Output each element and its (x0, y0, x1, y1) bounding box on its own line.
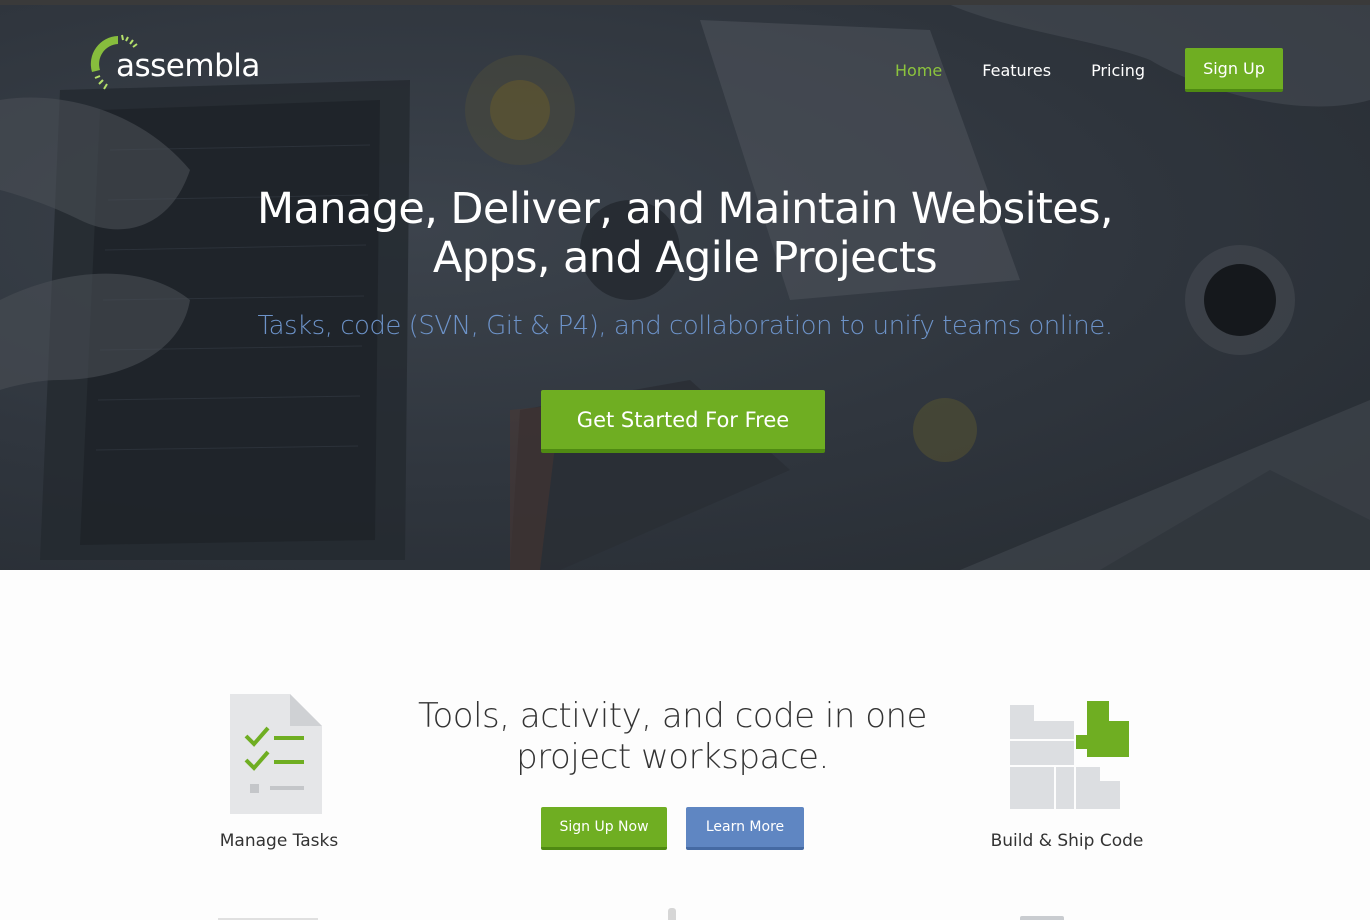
nav-pricing[interactable]: Pricing (1091, 61, 1145, 80)
blocks-build-icon (1010, 701, 1129, 809)
workspace-title: Tools, activity, and code in one project… (400, 696, 945, 778)
hero-subheadline: Tasks, code (SVN, Git & P4), and collabo… (257, 311, 1113, 341)
logo[interactable]: assembla (86, 32, 266, 96)
checklist-document-icon (230, 694, 322, 814)
logo-text: assembla (116, 48, 260, 84)
feature-label-build-ship-code: Build & Ship Code (990, 831, 1144, 851)
hero-headline-line2: Apps, and Agile Projects (432, 233, 938, 283)
workspace-title-line1: Tools, activity, and code in one (418, 696, 927, 736)
hero-headline-line1: Manage, Deliver, and Maintain Websites, (257, 184, 1114, 234)
nav-features[interactable]: Features (982, 61, 1051, 80)
next-section-peek-right (1020, 906, 1064, 920)
hero-headline: Manage, Deliver, and Maintain Websites, … (0, 185, 1370, 283)
workspace-promo: Tools, activity, and code in one project… (400, 696, 945, 850)
main-nav: Home Features Pricing Sign Up (895, 48, 1283, 92)
get-started-button[interactable]: Get Started For Free (541, 390, 825, 453)
workspace-title-line2: project workspace. (516, 737, 829, 777)
next-section-peek (218, 906, 318, 920)
next-section-peek-center (668, 906, 678, 920)
sign-up-now-button[interactable]: Sign Up Now (541, 807, 667, 850)
sign-up-button[interactable]: Sign Up (1185, 48, 1283, 92)
browser-top-strip (0, 0, 1370, 5)
nav-home[interactable]: Home (895, 61, 942, 80)
feature-label-manage-tasks: Manage Tasks (219, 831, 339, 851)
hero-section: assembla Home Features Pricing Sign Up M… (0, 0, 1370, 570)
learn-more-button[interactable]: Learn More (686, 807, 804, 850)
